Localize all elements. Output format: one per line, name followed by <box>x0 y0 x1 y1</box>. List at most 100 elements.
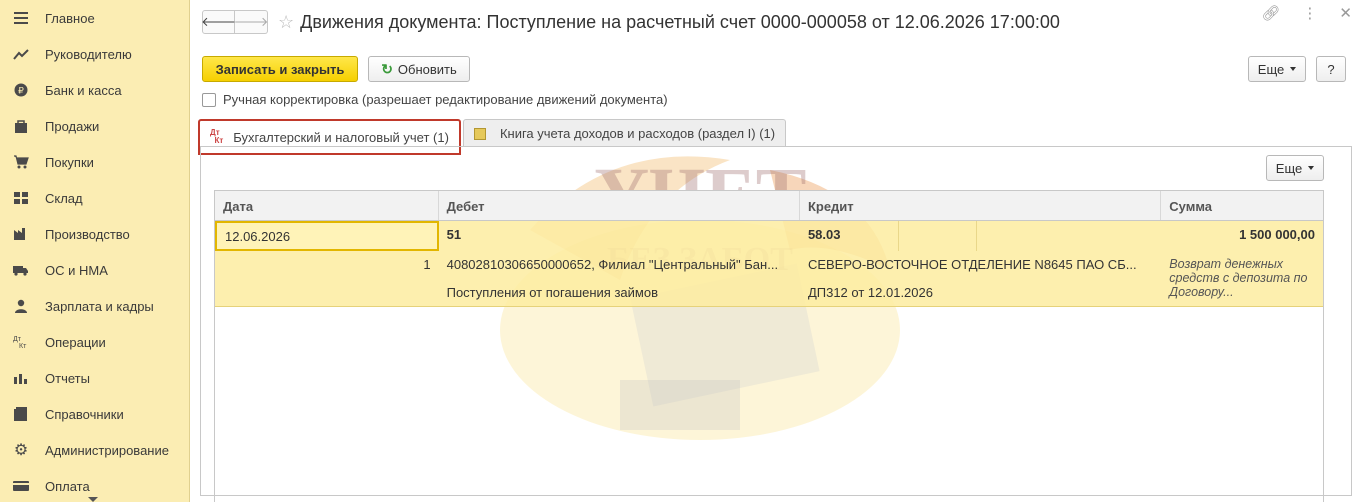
svg-text:Кт: Кт <box>19 343 27 349</box>
column-header-sum[interactable]: Сумма <box>1161 191 1323 220</box>
credit-account-cell[interactable]: 58.03 <box>800 221 1161 251</box>
table-empty-area <box>215 307 1323 502</box>
window-controls: 🔗︎ ⋮ ✕ <box>1261 4 1352 22</box>
more-button[interactable]: Еще <box>1248 56 1306 82</box>
chevron-down-icon <box>1290 67 1297 71</box>
sum-cell[interactable]: 1 500 000,00 <box>1161 221 1323 251</box>
dt-kt-icon: Дт Кт <box>210 128 224 145</box>
credit-subconto-1: СЕВЕРО-ВОСТОЧНОЕ ОТДЕЛЕНИЕ N8645 ПАО СБ.… <box>807 257 1137 272</box>
more-label: Еще <box>1257 61 1285 77</box>
tab-label: Бухгалтерский и налоговый учет (1) <box>233 129 449 145</box>
sidebar-item-label: Продажи <box>45 118 100 134</box>
more-vertical-icon[interactable]: ⋮ <box>1302 4 1317 22</box>
debit-subconto-2: Поступления от погашения займов <box>446 285 658 300</box>
page-title: Движения документа: Поступление на расче… <box>300 11 1060 32</box>
sidebar-item-sales[interactable]: Продажи <box>0 108 189 144</box>
manual-correction-row: Ручная корректировка (разрешает редактир… <box>202 92 668 107</box>
cart-icon <box>12 154 30 170</box>
menu-icon <box>12 10 30 26</box>
sidebar-item-label: Руководителю <box>45 46 132 62</box>
svg-text:Дт: Дт <box>13 336 22 343</box>
forward-button[interactable]: 🡒 <box>233 10 269 34</box>
link-icon[interactable]: 🔗︎ <box>1261 4 1280 22</box>
sidebar-scroll-down-icon[interactable] <box>88 497 98 502</box>
divider <box>975 221 977 251</box>
sidebar-item-label: Зарплата и кадры <box>45 298 154 314</box>
sidebar-item-label: Оплата <box>45 478 90 494</box>
sidebar-item-label: Покупки <box>45 154 94 170</box>
comment-cell[interactable]: Возврат денежных средств с депозита по Д… <box>1161 251 1323 306</box>
column-header-credit[interactable]: Кредит <box>800 191 1162 220</box>
credit-account: 58.03 <box>807 227 841 242</box>
sidebar-item-purchases[interactable]: Покупки <box>0 144 189 180</box>
date-cell[interactable]: 12.06.2026 <box>215 221 439 251</box>
favorite-star-icon[interactable]: ☆ <box>278 12 294 33</box>
book-icon <box>12 406 30 422</box>
close-icon[interactable]: ✕ <box>1339 4 1352 22</box>
back-button[interactable]: 🡐 <box>201 10 236 34</box>
sidebar-item-label: Операции <box>45 334 106 350</box>
arrow-right-icon: 🡒 <box>233 14 269 29</box>
sidebar-item-assets[interactable]: ОС и НМА <box>0 252 189 288</box>
sidebar-item-operations[interactable]: Дт Кт Операции <box>0 324 189 360</box>
truck-icon <box>12 262 30 278</box>
table-header: Дата Дебет Кредит Сумма <box>215 191 1323 221</box>
coin-icon: ₽ <box>12 82 30 98</box>
sidebar-item-references[interactable]: Справочники <box>0 396 189 432</box>
debit-subconto-cell[interactable]: 40802810306650000652, Филиал "Центральны… <box>439 251 800 306</box>
title-bar: 🡐 🡒 ☆ Движения документа: Поступление на… <box>201 8 1362 36</box>
sidebar-item-label: Отчеты <box>45 370 90 386</box>
sidebar-item-label: Администрирование <box>45 442 169 458</box>
sidebar-item-warehouse[interactable]: Склад <box>0 180 189 216</box>
manual-correction-label: Ручная корректировка (разрешает редактир… <box>223 92 668 107</box>
factory-icon <box>12 226 30 242</box>
tab-bar: Дт Кт Бухгалтерский и налоговый учет (1)… <box>198 119 788 155</box>
chevron-down-icon <box>1308 166 1315 170</box>
table-row-details[interactable]: 1 40802810306650000652, Филиал "Централь… <box>215 251 1323 307</box>
bar-chart-icon <box>12 370 30 386</box>
tab-label: Книга учета доходов и расходов (раздел I… <box>499 126 776 141</box>
more-label: Еще <box>1275 160 1303 176</box>
refresh-label: Обновить <box>397 61 457 77</box>
entries-table: Дата Дебет Кредит Сумма 12.06.2026 51 58… <box>214 190 1324 502</box>
sidebar-item-director[interactable]: Руководителю <box>0 36 189 72</box>
refresh-icon: ↻ <box>381 60 393 77</box>
help-button[interactable]: ? <box>1316 56 1346 82</box>
table-more-button[interactable]: Еще <box>1266 155 1324 181</box>
sidebar-item-reports[interactable]: Отчеты <box>0 360 189 396</box>
sidebar-item-admin[interactable]: ⚙ Администрирование <box>0 432 189 468</box>
sidebar-item-label: Банк и касса <box>45 82 122 98</box>
divider <box>897 221 899 251</box>
debit-account-cell[interactable]: 51 <box>439 221 800 251</box>
sidebar-item-label: Справочники <box>45 406 124 422</box>
sidebar-item-label: Производство <box>45 226 130 242</box>
sidebar-item-salary[interactable]: Зарплата и кадры <box>0 288 189 324</box>
sidebar-item-main[interactable]: Главное <box>0 0 189 36</box>
trend-icon <box>12 46 30 62</box>
column-header-date[interactable]: Дата <box>215 191 439 220</box>
card-icon <box>12 478 30 494</box>
debit-subconto-1: 40802810306650000652, Филиал "Центральны… <box>446 257 779 272</box>
book-icon <box>473 127 486 140</box>
sidebar-item-label: Главное <box>45 10 95 26</box>
sidebar: Главное Руководителю ₽ Банк и касса Прод… <box>0 0 190 502</box>
table-row[interactable]: 12.06.2026 51 58.03 1 500 000,00 <box>215 221 1323 251</box>
warehouse-icon <box>12 190 30 206</box>
credit-subconto-2: ДП312 от 12.01.2026 <box>807 285 933 300</box>
toolbar: Записать и закрыть ↻ Обновить Еще ? <box>202 56 1346 83</box>
dt-kt-icon: Дт Кт <box>12 334 30 350</box>
column-header-debit[interactable]: Дебет <box>439 191 800 220</box>
gear-icon: ⚙ <box>13 442 29 459</box>
sidebar-item-label: Склад <box>45 190 83 206</box>
sidebar-item-bank[interactable]: ₽ Банк и касса <box>0 72 189 108</box>
sidebar-item-production[interactable]: Производство <box>0 216 189 252</box>
line-number-cell: 1 <box>423 257 431 272</box>
tab-income-book[interactable]: Книга учета доходов и расходов (раздел I… <box>462 119 787 147</box>
refresh-button[interactable]: ↻ Обновить <box>368 56 470 82</box>
credit-subconto-cell[interactable]: СЕВЕРО-ВОСТОЧНОЕ ОТДЕЛЕНИЕ N8645 ПАО СБ.… <box>800 251 1161 306</box>
sidebar-item-label: ОС и НМА <box>45 262 108 278</box>
bag-icon <box>12 118 30 134</box>
person-icon <box>12 298 30 314</box>
save-and-close-button[interactable]: Записать и закрыть <box>202 56 358 82</box>
manual-correction-checkbox[interactable] <box>202 92 216 107</box>
